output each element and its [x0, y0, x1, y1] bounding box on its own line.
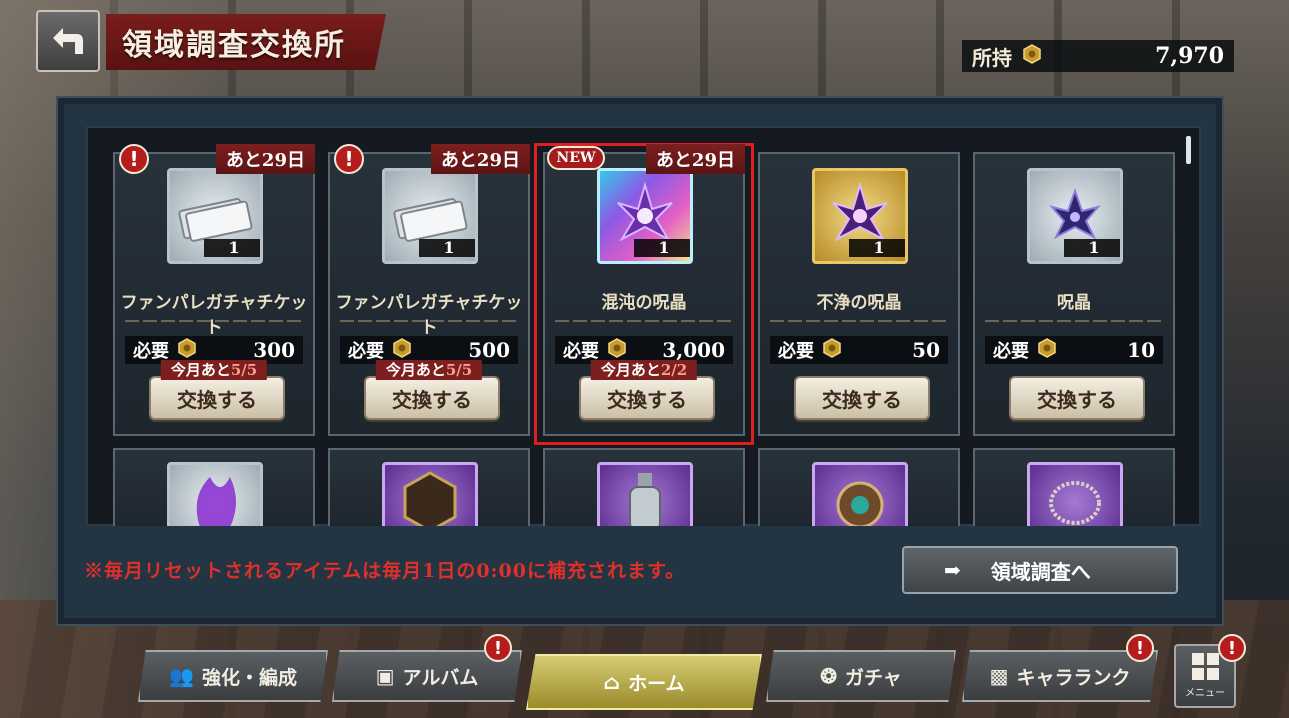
nav-chara-rank[interactable]: ▩ キャラランク [962, 650, 1158, 702]
nav-chara-rank-label: キャラランク [1016, 666, 1131, 689]
coin-icon [1022, 43, 1042, 69]
gacha-icon: ❂ [820, 664, 837, 688]
nav-gacha[interactable]: ❂ ガチャ [766, 650, 956, 702]
shop-item-card[interactable] [758, 448, 960, 526]
home-icon: ⌂ [603, 670, 621, 694]
back-button[interactable] [36, 10, 100, 72]
nav-home-label: ホーム [628, 672, 685, 695]
item-icon-frame [167, 462, 263, 526]
arrow-right-icon: ➡ [944, 558, 961, 582]
cursed-aura-icon [196, 477, 236, 526]
holdings-value: 7,970 [1155, 43, 1224, 69]
menu-alert-icon: ! [1218, 634, 1246, 662]
item-icon-frame [812, 462, 908, 526]
row2-clip [86, 126, 1201, 526]
item-icon-frame [382, 462, 478, 526]
nav-enhance[interactable]: 👥 強化・編成 [138, 650, 328, 702]
holdings-label: 所持 [972, 45, 1012, 70]
item-icon-frame [597, 462, 693, 526]
necklace-icon [1049, 481, 1101, 525]
goto-domain-survey-label: 領域調査へ [990, 559, 1091, 584]
page-title: 領域調査交換所 [106, 14, 386, 70]
goto-domain-survey-button[interactable]: ➡ 領域調査へ [902, 546, 1178, 594]
menu-label: メニュー [1185, 688, 1225, 699]
nav-album-label: アルバム [402, 666, 479, 689]
reset-notice: ※毎月リセットされるアイテムは毎月1日の0:00に補充されます。 [84, 560, 686, 582]
shop-item-card[interactable] [973, 448, 1175, 526]
chara-rank-alert-icon: ! [1126, 634, 1154, 662]
bottle-icon [629, 473, 661, 526]
item-icon-frame [1027, 462, 1123, 526]
nav-home[interactable]: ⌂ ホーム [526, 654, 762, 710]
shop-item-card[interactable] [543, 448, 745, 526]
shop-item-card[interactable] [113, 448, 315, 526]
album-icon: ▣ [375, 664, 395, 688]
hexagon-talisman-icon [403, 471, 457, 526]
character-icon: ▩ [989, 664, 1009, 688]
back-arrow-icon [53, 28, 83, 54]
team-icon: 👥 [169, 664, 194, 688]
menu-grid-icon [1191, 653, 1219, 680]
amulet-icon [836, 481, 884, 526]
nav-enhance-label: 強化・編成 [201, 666, 297, 689]
album-alert-icon: ! [484, 634, 512, 662]
holdings-display: 所持 7,970 [962, 40, 1234, 72]
nav-gacha-label: ガチャ [844, 666, 902, 689]
shop-item-card[interactable] [328, 448, 530, 526]
